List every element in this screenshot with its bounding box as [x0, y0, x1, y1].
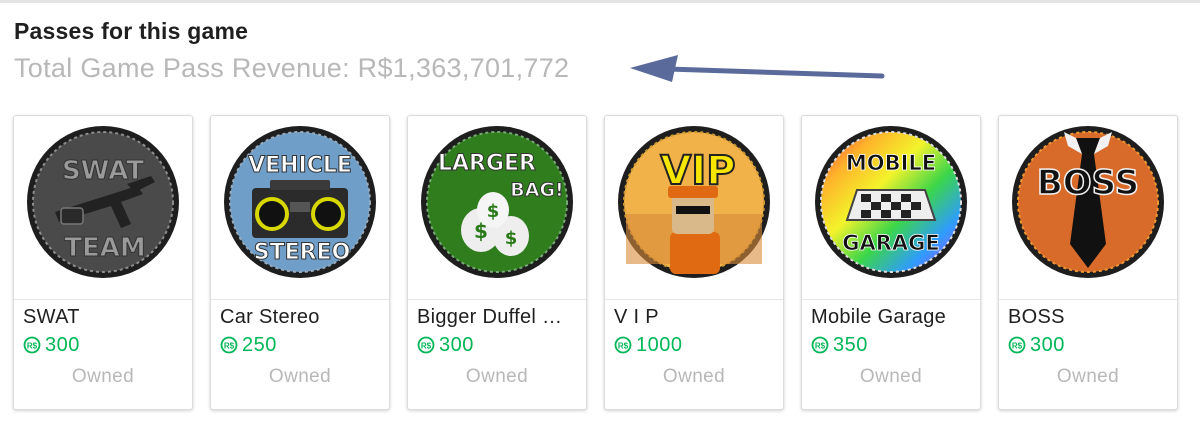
- owned-status: Owned: [859, 366, 923, 387]
- svg-text:R$: R$: [1012, 342, 1023, 351]
- badge-label-top: BOSS: [1037, 163, 1139, 203]
- pass-name[interactable]: SWAT: [23, 306, 185, 329]
- pass-thumbnail: VIP: [605, 116, 783, 300]
- game-pass-list: SWAT TEAM SWAT R$ 300 Owned VEHICLE STER…: [13, 115, 1193, 412]
- badge-label-top: MOBILE: [846, 151, 936, 175]
- svg-text:$: $: [505, 228, 518, 249]
- money-bags-badge-icon: $ $ $ LARGER BAG!: [421, 126, 573, 278]
- svg-text:R$: R$: [618, 342, 629, 351]
- svg-text:R$: R$: [421, 342, 432, 351]
- section-title: Passes for this game: [14, 18, 249, 44]
- game-pass-card[interactable]: $ $ $ LARGER BAG! Bigger Duffel … R$ 300…: [407, 115, 587, 410]
- pass-price: 300: [1030, 333, 1065, 356]
- badge-label-bottom: BAG!: [510, 179, 563, 201]
- owned-status: Owned: [662, 366, 726, 387]
- pass-name[interactable]: Mobile Garage: [811, 306, 973, 329]
- owned-status: Owned: [465, 366, 529, 387]
- vip-character-badge-icon: VIP: [618, 126, 770, 278]
- pass-name[interactable]: Car Stereo: [220, 306, 382, 329]
- pass-price-row: R$ 300: [417, 333, 474, 357]
- game-pass-card[interactable]: VEHICLE STEREO Car Stereo R$ 250 Owned: [210, 115, 390, 410]
- swat-team-badge-icon: SWAT TEAM: [27, 126, 179, 278]
- badge-label-top: VIP: [660, 148, 735, 194]
- robux-icon: R$: [220, 336, 238, 354]
- pass-thumbnail: VEHICLE STEREO: [211, 116, 389, 300]
- badge-label-bottom: TEAM: [64, 233, 146, 263]
- game-pass-card[interactable]: VIP V I P R$ 1000 Owned: [604, 115, 784, 410]
- pass-price: 300: [439, 333, 474, 356]
- pass-price-row: R$ 350: [811, 333, 868, 357]
- pass-thumbnail: MOBILE GARAGE: [802, 116, 980, 300]
- pass-name[interactable]: BOSS: [1008, 306, 1170, 329]
- robux-icon: R$: [23, 336, 41, 354]
- game-pass-card[interactable]: SWAT TEAM SWAT R$ 300 Owned: [13, 115, 193, 410]
- pass-price-row: R$ 1000: [614, 333, 683, 357]
- top-divider: [0, 0, 1200, 3]
- mobile-garage-badge-icon: MOBILE GARAGE: [815, 126, 967, 278]
- boombox-stereo-badge-icon: VEHICLE STEREO: [224, 126, 376, 278]
- badge-label-top: VEHICLE: [248, 153, 352, 178]
- svg-text:R$: R$: [224, 342, 235, 351]
- robux-icon: R$: [417, 336, 435, 354]
- game-pass-card[interactable]: BOSS BOSS R$ 300 Owned: [998, 115, 1178, 410]
- svg-text:R$: R$: [27, 342, 38, 351]
- pass-price-row: R$ 250: [220, 333, 277, 357]
- pass-thumbnail: $ $ $ LARGER BAG!: [408, 116, 586, 300]
- robux-icon: R$: [1008, 336, 1026, 354]
- pass-price: 1000: [636, 333, 683, 356]
- robux-icon: R$: [811, 336, 829, 354]
- owned-status: Owned: [1056, 366, 1120, 387]
- pass-thumbnail: SWAT TEAM: [14, 116, 192, 300]
- pass-price: 250: [242, 333, 277, 356]
- revenue-total: Total Game Pass Revenue: R$1,363,701,772: [14, 53, 570, 83]
- badge-label-bottom: GARAGE: [842, 231, 940, 255]
- badge-label-top: LARGER: [438, 151, 536, 176]
- pass-price: 300: [45, 333, 80, 356]
- pass-name[interactable]: V I P: [614, 306, 776, 329]
- svg-text:$: $: [474, 219, 488, 243]
- pass-price-row: R$ 300: [1008, 333, 1065, 357]
- pass-price: 350: [833, 333, 868, 356]
- game-pass-card[interactable]: MOBILE GARAGE Mobile Garage R$ 350 Owned: [801, 115, 981, 410]
- svg-text:$: $: [487, 201, 500, 222]
- pass-price-row: R$ 300: [23, 333, 80, 357]
- pass-thumbnail: BOSS: [999, 116, 1177, 300]
- owned-status: Owned: [268, 366, 332, 387]
- badge-label-top: SWAT: [62, 156, 144, 186]
- svg-text:R$: R$: [815, 342, 826, 351]
- pass-name[interactable]: Bigger Duffel …: [417, 306, 579, 329]
- boss-tie-badge-icon: BOSS: [1012, 126, 1164, 278]
- robux-icon: R$: [614, 336, 632, 354]
- owned-status: Owned: [71, 366, 135, 387]
- badge-label-bottom: STEREO: [254, 240, 351, 265]
- annotation-arrow-icon: [630, 55, 885, 82]
